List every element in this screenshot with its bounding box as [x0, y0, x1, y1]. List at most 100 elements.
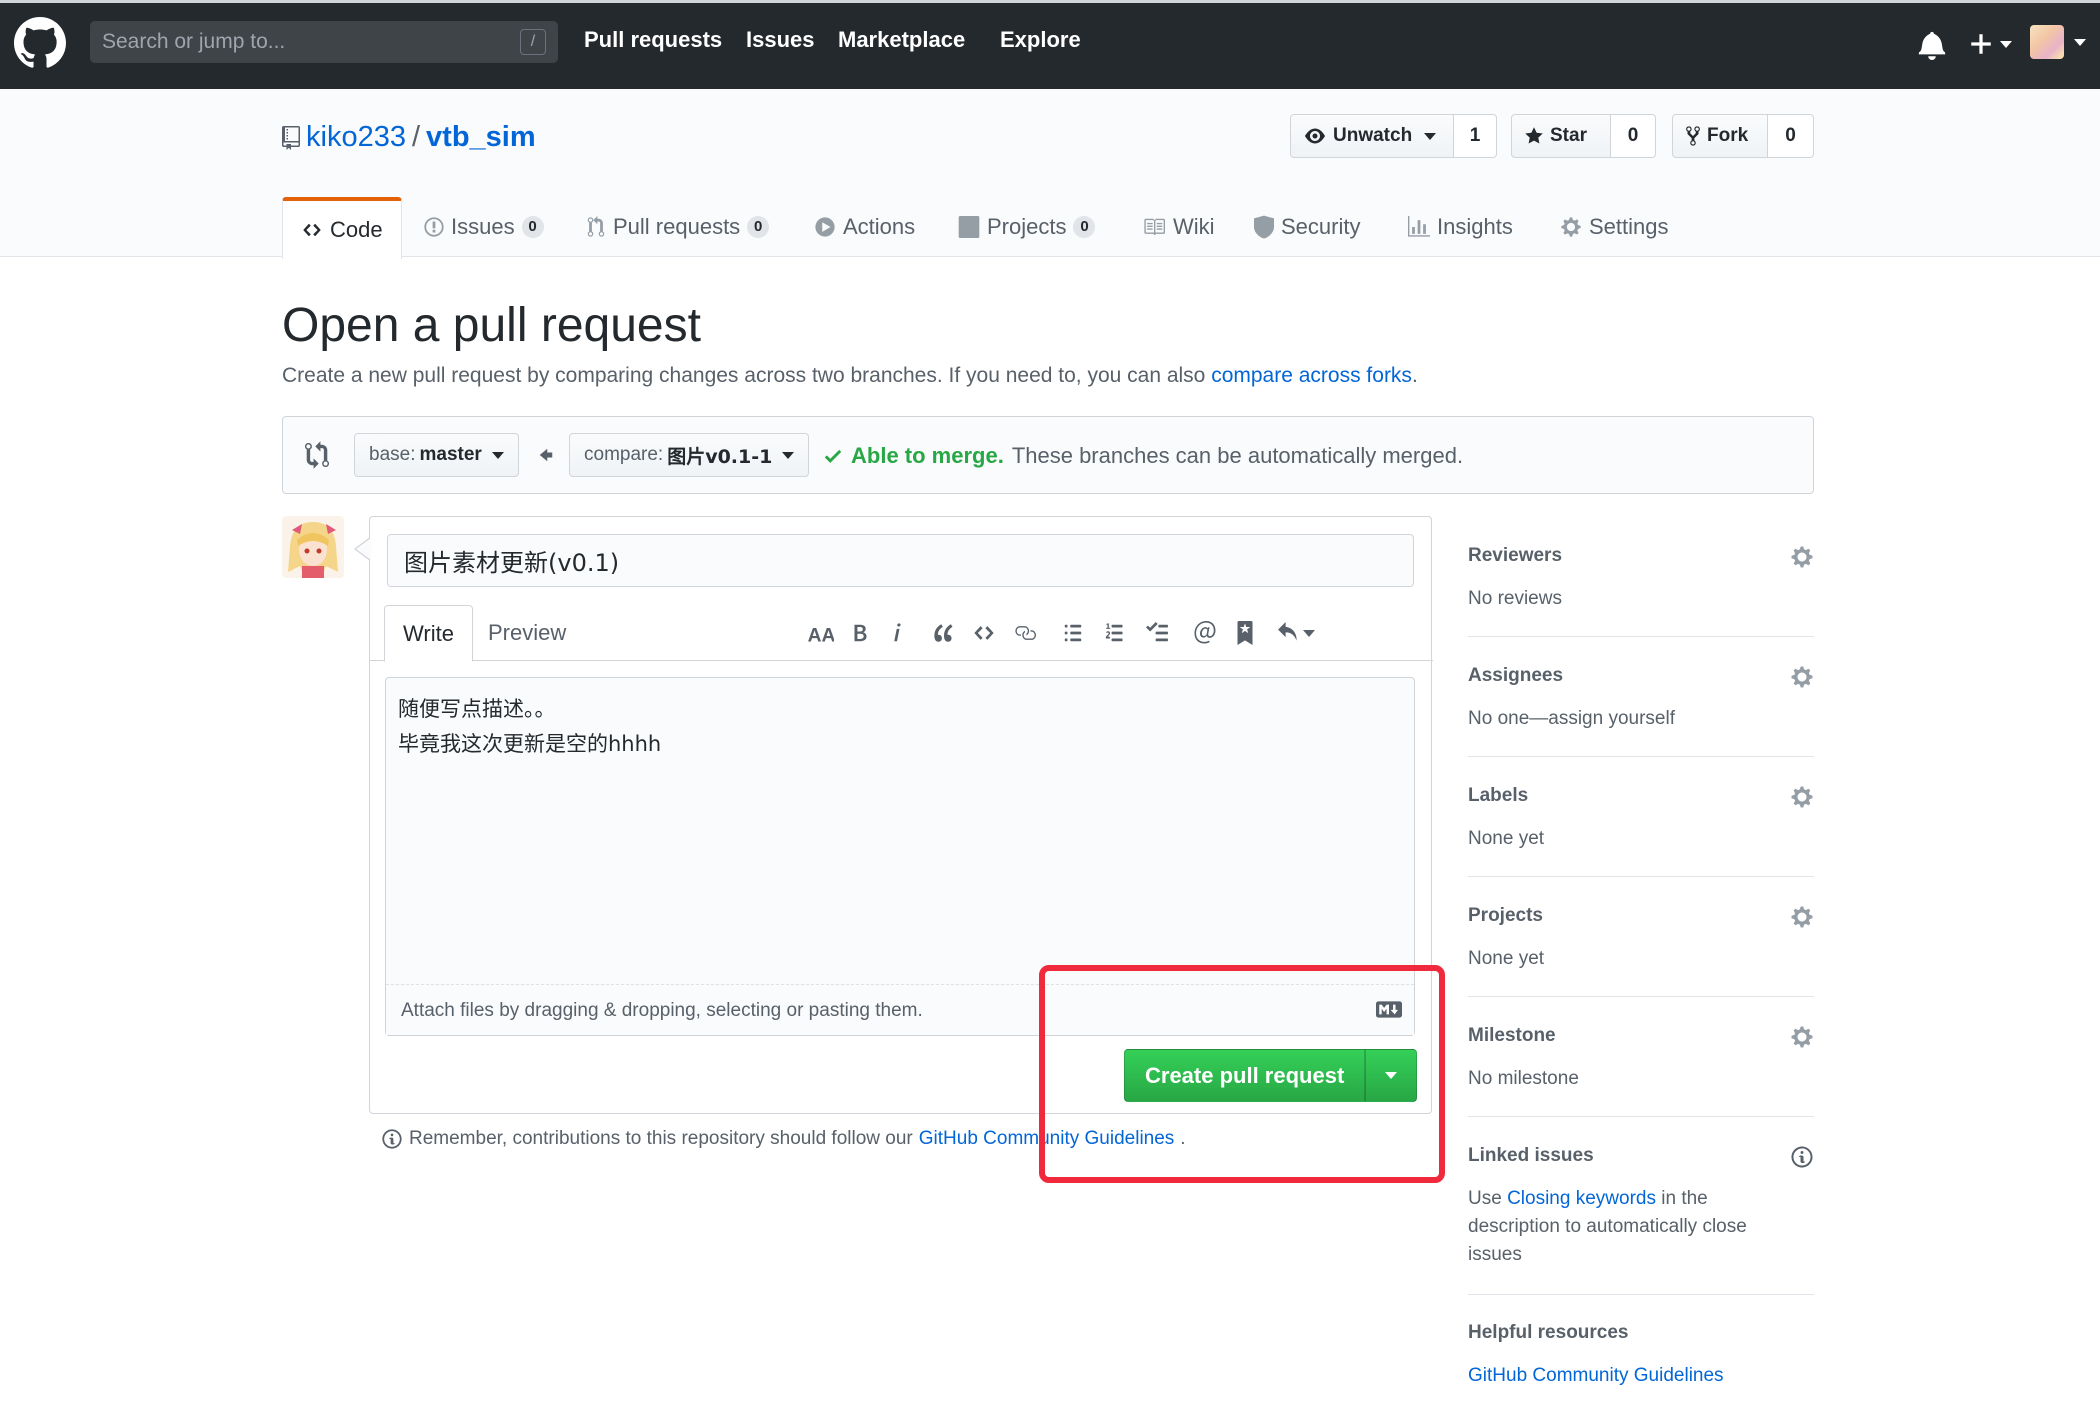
- unordered-list-icon[interactable]: [1056, 617, 1090, 649]
- reply-icon[interactable]: [1270, 617, 1320, 649]
- ordered-list-icon[interactable]: [1098, 617, 1132, 649]
- milestone-value: No milestone: [1468, 1068, 1579, 1089]
- page-title: Open a pull request: [282, 299, 701, 352]
- pull-request-icon: [587, 216, 605, 237]
- fork-count[interactable]: 0: [1768, 114, 1814, 158]
- pr-title-input[interactable]: [387, 534, 1414, 587]
- mention-icon[interactable]: [1188, 617, 1222, 649]
- arrow-left-icon: [537, 445, 555, 465]
- code-icon: [303, 223, 321, 237]
- tab-actions-label: Actions: [843, 214, 916, 239]
- nav-issues[interactable]: Issues: [746, 27, 815, 53]
- repo-separator: /: [411, 121, 421, 153]
- page-subtitle-text: Create a new pull request by comparing c…: [282, 364, 1212, 387]
- tab-insights[interactable]: Insights: [1408, 197, 1513, 257]
- bookmark-icon[interactable]: [1228, 617, 1262, 649]
- search-box[interactable]: /: [90, 21, 558, 63]
- new-plus-menu[interactable]: [1968, 31, 2012, 57]
- search-input[interactable]: [90, 21, 558, 63]
- base-branch-select[interactable]: base: master: [354, 433, 519, 477]
- task-list-icon[interactable]: [1140, 617, 1174, 649]
- watch-count[interactable]: 1: [1454, 114, 1497, 158]
- fork-icon: [1686, 126, 1700, 146]
- tab-code[interactable]: Code: [282, 197, 402, 259]
- gear-icon[interactable]: [1790, 905, 1814, 929]
- chevron-down-icon: [2074, 38, 2086, 46]
- bold-icon[interactable]: [843, 617, 877, 649]
- star-button[interactable]: Star: [1511, 114, 1611, 158]
- project-icon: [958, 216, 980, 238]
- text-size-icon[interactable]: AA: [803, 617, 837, 649]
- tab-write[interactable]: Write: [384, 605, 473, 662]
- sidebar-reviewers: Reviewers No reviews: [1468, 545, 1814, 637]
- repo-name-link[interactable]: vtb_sim: [426, 121, 536, 154]
- pr-body-text[interactable]: 随便写点描述。。 毕竟我这次更新是空的hhhh: [398, 692, 661, 762]
- graph-icon: [1408, 216, 1430, 237]
- sidebar-labels: Labels None yet: [1468, 785, 1814, 877]
- shield-icon: [1254, 215, 1274, 239]
- closing-keywords-link[interactable]: Closing keywords: [1507, 1188, 1656, 1209]
- book-icon: [1144, 218, 1165, 236]
- compare-branch-select[interactable]: compare: 图片v0.1-1: [569, 433, 810, 477]
- base-prefix: base:: [369, 444, 416, 465]
- gear-icon[interactable]: [1790, 665, 1814, 689]
- gear-icon[interactable]: [1790, 785, 1814, 809]
- nav-explore[interactable]: Explore: [1000, 27, 1081, 53]
- labels-heading[interactable]: Labels: [1468, 785, 1528, 807]
- nav-marketplace[interactable]: Marketplace: [838, 27, 965, 53]
- linked-issues-prefix: Use: [1468, 1188, 1508, 1209]
- link-icon[interactable]: [1008, 617, 1042, 649]
- user-menu[interactable]: [2030, 25, 2086, 59]
- tab-preview[interactable]: Preview: [470, 605, 584, 661]
- tab-security-label: Security: [1281, 214, 1361, 239]
- repo-owner-link[interactable]: kiko233: [306, 121, 406, 154]
- plus-icon: [1971, 34, 1991, 54]
- unwatch-label: Unwatch: [1333, 125, 1413, 146]
- unwatch-button[interactable]: Unwatch: [1290, 114, 1454, 158]
- bell-icon[interactable]: [1918, 30, 1946, 60]
- merge-status-detail: These branches can be automatically merg…: [1011, 443, 1464, 468]
- tab-issues[interactable]: Issues 0: [424, 197, 544, 257]
- sidebar-projects: Projects None yet: [1468, 905, 1814, 997]
- tab-pull-requests[interactable]: Pull requests 0: [586, 197, 770, 257]
- assignees-value[interactable]: No one—assign yourself: [1468, 705, 1768, 733]
- tab-pull-requests-label: Pull requests: [613, 214, 741, 239]
- code-icon[interactable]: [967, 617, 1001, 649]
- issue-icon: [424, 217, 444, 237]
- tab-settings-label: Settings: [1589, 214, 1669, 239]
- community-guidelines-sidebar-link[interactable]: GitHub Community Guidelines: [1468, 1365, 1724, 1386]
- avatar: [2030, 25, 2064, 59]
- gear-icon[interactable]: [1790, 1025, 1814, 1049]
- guidelines-notice-text: Remember, contributions to this reposito…: [409, 1128, 913, 1149]
- editor-tabnav: Write Preview AA: [370, 605, 1433, 662]
- tab-wiki[interactable]: Wiki: [1142, 197, 1215, 257]
- projects-heading[interactable]: Projects: [1468, 905, 1543, 927]
- tab-security[interactable]: Security: [1254, 197, 1360, 257]
- highlight-annotation: [1039, 965, 1445, 1183]
- tab-actions[interactable]: Actions: [814, 197, 915, 257]
- star-label: Star: [1550, 125, 1587, 146]
- chevron-down-icon: [782, 451, 795, 459]
- tab-issues-count: 0: [521, 216, 544, 238]
- global-header: / Pull requests Issues Marketplace Explo…: [0, 0, 2100, 89]
- quote-icon[interactable]: [927, 617, 961, 649]
- compare-branch-name: 图片v0.1-1: [667, 445, 773, 468]
- repo-icon: [282, 125, 300, 150]
- reviewers-heading[interactable]: Reviewers: [1468, 545, 1562, 567]
- milestone-heading[interactable]: Milestone: [1468, 1025, 1556, 1047]
- github-logo-icon[interactable]: [14, 17, 66, 69]
- assignees-heading[interactable]: Assignees: [1468, 665, 1563, 687]
- tab-pull-requests-count: 0: [747, 216, 770, 238]
- star-count[interactable]: 0: [1611, 114, 1656, 158]
- compare-across-forks-link[interactable]: compare across forks: [1211, 364, 1412, 387]
- tab-projects[interactable]: Projects 0: [958, 197, 1096, 257]
- italic-icon[interactable]: [880, 617, 914, 649]
- tab-projects-label: Projects: [987, 214, 1067, 239]
- fork-button[interactable]: Fork: [1672, 114, 1768, 158]
- gear-icon[interactable]: [1790, 545, 1814, 569]
- nav-pull-requests[interactable]: Pull requests: [584, 27, 722, 53]
- tab-settings[interactable]: Settings: [1560, 197, 1669, 257]
- info-icon[interactable]: [1790, 1145, 1814, 1169]
- compare-prefix: compare:: [584, 444, 664, 465]
- gear-icon: [1561, 217, 1581, 237]
